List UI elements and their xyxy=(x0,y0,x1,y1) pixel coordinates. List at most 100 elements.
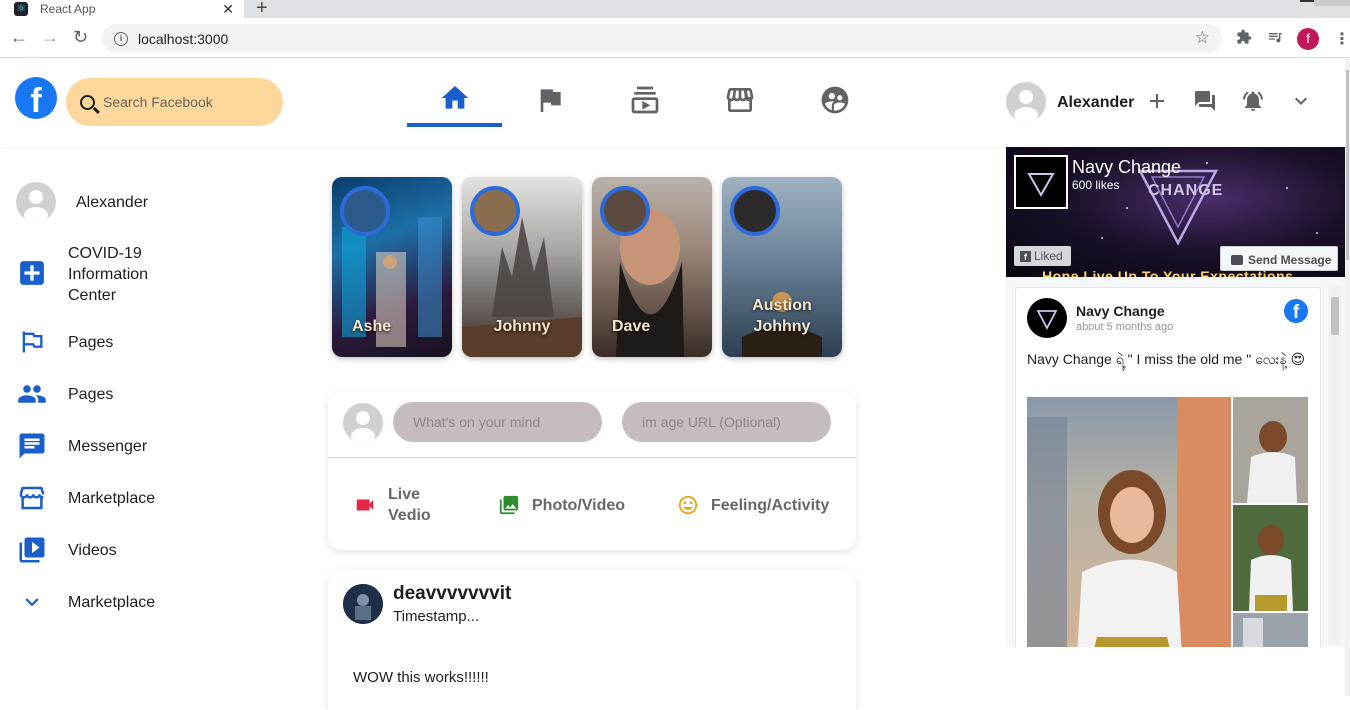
nav-home-tab[interactable] xyxy=(407,73,502,127)
send-message-label: Send Message xyxy=(1248,253,1332,267)
photo-library-icon xyxy=(499,495,519,515)
sidebar-item-pages[interactable]: Pages xyxy=(16,326,113,358)
post-message: WOW this works!!!!!! xyxy=(353,669,489,686)
story-name: Ashe xyxy=(352,318,392,335)
story-card[interactable]: Ashe xyxy=(332,177,452,357)
add-icon[interactable] xyxy=(1145,89,1169,113)
groups-icon xyxy=(821,86,848,114)
media-queue-icon[interactable] xyxy=(1267,29,1283,50)
story-avatar xyxy=(470,186,520,236)
close-tab-icon[interactable]: ✕ xyxy=(222,1,234,18)
widget-scrollbar[interactable] xyxy=(1329,285,1341,645)
react-favicon-icon: ⚛ xyxy=(14,2,28,16)
covid-line-2: Information xyxy=(68,266,149,283)
page-plugin-widget: CHANGE Navy Change 600 likes f Liked Send… xyxy=(1006,147,1345,647)
sidebar-item-more[interactable]: Marketplace xyxy=(16,586,155,618)
page-post-time[interactable]: about 5 months ago xyxy=(1076,321,1173,333)
search-input[interactable] xyxy=(103,94,273,110)
nav-marketplace-tab[interactable] xyxy=(692,73,787,127)
chevron-down-icon[interactable] xyxy=(1289,89,1313,113)
messenger-icon[interactable] xyxy=(1193,89,1217,113)
story-card[interactable]: Dave xyxy=(592,177,712,357)
people-icon xyxy=(16,378,48,410)
post-photo-thumb[interactable] xyxy=(1233,613,1308,647)
chevron-down-icon xyxy=(16,586,48,618)
new-tab-button[interactable]: + xyxy=(256,0,268,20)
facebook-icon[interactable]: f xyxy=(1284,299,1308,323)
storefront-icon xyxy=(16,482,48,514)
bookmark-star-icon[interactable]: ☆ xyxy=(1195,28,1210,48)
photo-video-option[interactable]: Photo/Video xyxy=(498,494,625,516)
browser-profile-avatar[interactable]: f xyxy=(1297,28,1319,50)
story-card[interactable]: Johnny xyxy=(462,177,582,357)
post-author-name[interactable]: deavvvvvvvit xyxy=(393,583,511,605)
covid-line-1: COVID-19 xyxy=(68,245,142,262)
sidebar-item-label: Videos xyxy=(68,541,117,559)
live-video-option[interactable]: Live Vedio xyxy=(354,484,431,526)
header-user-avatar[interactable] xyxy=(1006,82,1046,122)
site-info-icon[interactable]: i xyxy=(114,31,128,46)
nav-watch-tab[interactable] xyxy=(597,73,692,127)
post-photo-main[interactable] xyxy=(1027,397,1231,647)
post-photo-thumb[interactable] xyxy=(1233,397,1308,503)
maximize-button[interactable] xyxy=(1314,0,1350,6)
story-name: Johnny xyxy=(493,318,551,335)
page-profile-picture[interactable] xyxy=(1014,155,1068,209)
feeling-activity-option[interactable]: Feeling/Activity xyxy=(677,494,829,516)
search-bar[interactable] xyxy=(66,78,283,126)
sidebar-item-label: Messenger xyxy=(68,437,148,455)
forward-arrow-icon[interactable]: → xyxy=(41,27,59,48)
page-post-author[interactable]: Navy Change xyxy=(1076,303,1165,319)
liked-button[interactable]: f Liked xyxy=(1014,246,1071,266)
post-author-avatar[interactable] xyxy=(343,584,383,624)
videocam-icon xyxy=(356,499,374,511)
page-likes-count: 600 likes xyxy=(1072,178,1120,192)
widget-scrollbar-thumb[interactable] xyxy=(1331,297,1339,335)
notifications-active-icon[interactable] xyxy=(1241,89,1265,113)
nav-pages-tab[interactable] xyxy=(502,73,597,127)
sidebar-item-videos[interactable]: Videos xyxy=(16,534,117,566)
facebook-logo-icon[interactable]: f xyxy=(15,77,57,119)
page-post-avatar[interactable] xyxy=(1027,298,1067,338)
nav-groups-tab[interactable] xyxy=(787,73,882,127)
story-avatar xyxy=(340,186,390,236)
browser-toolbar: ← → ↻ i localhost:3000 ☆ f ⋮ xyxy=(0,18,1350,58)
address-bar[interactable]: i localhost:3000 ☆ xyxy=(102,24,1222,53)
sidebar-item-label: COVID-19 Information Center xyxy=(68,243,148,306)
sidebar-item-marketplace[interactable]: Marketplace xyxy=(16,482,155,514)
story-card[interactable]: Austion Johhny xyxy=(722,177,842,357)
liked-label: Liked xyxy=(1034,249,1063,263)
smile-icon xyxy=(678,495,698,515)
minimize-button[interactable] xyxy=(1300,0,1314,2)
sidebar-item-label: Marketplace xyxy=(68,593,156,611)
page-cover[interactable]: CHANGE Navy Change 600 likes f Liked Send… xyxy=(1006,147,1345,277)
message-input[interactable] xyxy=(393,402,602,442)
sidebar-item-friends[interactable]: Pages xyxy=(16,378,113,410)
extensions-puzzle-icon[interactable] xyxy=(1236,29,1252,50)
message-bubble-icon xyxy=(1231,255,1243,265)
home-icon xyxy=(441,86,468,109)
header-user-name[interactable]: Alexander xyxy=(1057,94,1134,112)
option-label: Live Vedio xyxy=(388,484,431,526)
story-name: Austion Johhny xyxy=(722,295,842,337)
page-title[interactable]: Navy Change xyxy=(1072,157,1181,178)
tab-title: React App xyxy=(40,2,96,16)
image-url-input[interactable] xyxy=(622,402,831,442)
avatar xyxy=(16,182,56,222)
post-photo-thumb[interactable] xyxy=(1233,505,1308,611)
reload-icon[interactable]: ↻ xyxy=(73,27,88,48)
browser-menu-icon[interactable]: ⋮ xyxy=(1334,29,1350,49)
composer-avatar xyxy=(343,403,383,443)
sidebar-item-profile[interactable]: Alexander xyxy=(16,182,148,222)
flag-icon xyxy=(16,326,48,358)
post-timestamp: Timestamp... xyxy=(393,608,480,625)
browser-tab[interactable]: ⚛ React App ✕ xyxy=(0,0,244,18)
composer-divider xyxy=(328,457,856,458)
back-arrow-icon[interactable]: ← xyxy=(10,27,28,48)
page-scrollbar-thumb[interactable] xyxy=(1346,70,1349,260)
facebook-header: f Alexander xyxy=(0,59,1345,147)
page-post-text: Navy Change ရဲ့ " I miss the old me " လေ… xyxy=(1027,351,1306,367)
sidebar-item-messenger[interactable]: Messenger xyxy=(16,430,147,462)
sidebar-item-covid[interactable]: COVID-19 Information Center xyxy=(16,243,148,306)
story-avatar xyxy=(730,186,780,236)
